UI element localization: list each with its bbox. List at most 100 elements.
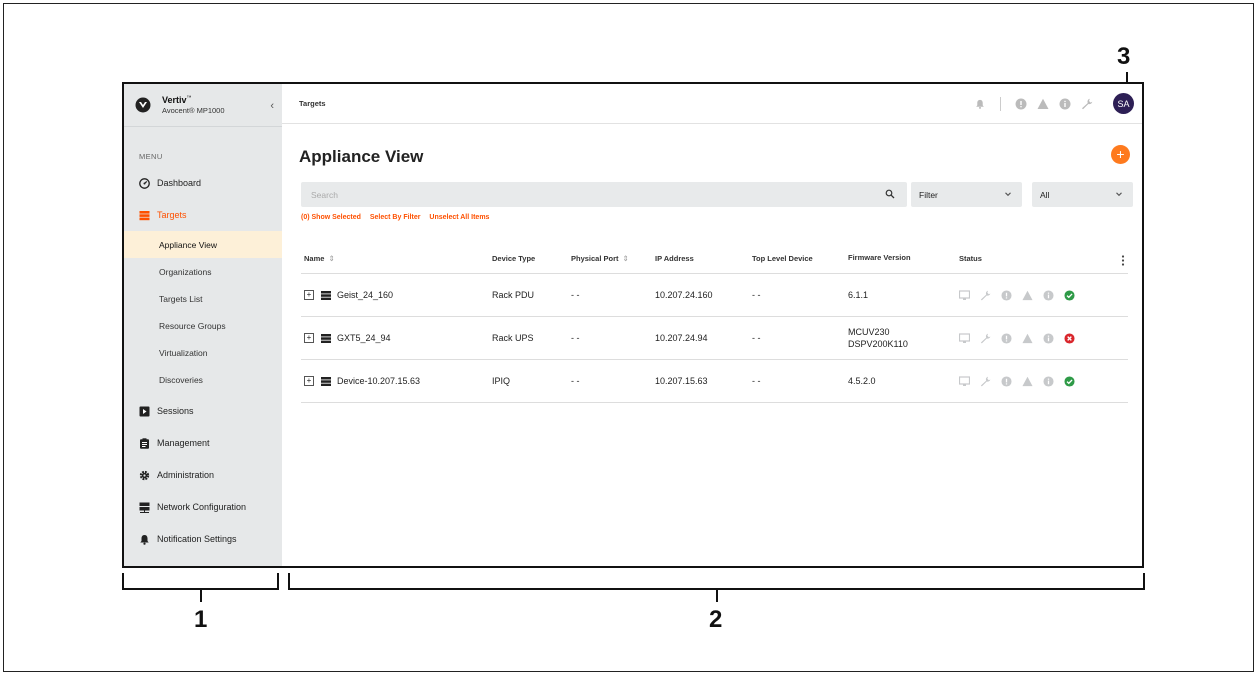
device-icon: [321, 333, 331, 343]
brand-subtitle: Avocent® MP1000: [162, 105, 225, 115]
wrench-icon[interactable]: [1081, 98, 1093, 110]
sidebar-item-sessions[interactable]: Sessions: [124, 395, 282, 427]
column-header-status: Status: [959, 254, 982, 263]
select-by-filter-link[interactable]: Select By Filter: [370, 214, 421, 221]
menu-label: MENU: [139, 152, 163, 161]
physical-port: - -: [571, 290, 580, 300]
column-header-physical-port[interactable]: Physical Port ⇕: [571, 254, 629, 263]
sidebar: Vertiv™ Avocent® MP1000 ‹ MENU Dashboard…: [124, 84, 282, 566]
device-name[interactable]: GXT5_24_94: [337, 333, 391, 343]
ip-address: 10.207.24.160: [655, 290, 713, 300]
table-row[interactable]: + GXT5_24_94 Rack UPS - - 10.207.24.94 -…: [301, 317, 1128, 360]
sort-icon: ⇕: [328, 254, 335, 263]
wrench-icon: [980, 333, 991, 344]
ip-address: 10.207.15.63: [655, 376, 708, 386]
critical-icon: [1001, 289, 1012, 301]
sidebar-item-label: Network Configuration: [157, 502, 247, 512]
column-header-ip-address: IP Address: [655, 254, 694, 263]
sidebar-item-administration[interactable]: Administration: [124, 459, 282, 491]
sidebar-item-notification-settings[interactable]: Notification Settings: [124, 523, 282, 555]
sessions-icon: [139, 406, 150, 417]
sidebar-subitem-targets-list[interactable]: Targets List: [124, 285, 282, 312]
warning-alerts-icon[interactable]: [1037, 98, 1049, 110]
warning-icon: [1022, 376, 1033, 387]
vertiv-logo-icon: [135, 97, 151, 113]
online-check-icon: [1064, 289, 1075, 301]
expand-row-button[interactable]: +: [304, 290, 314, 300]
bracket-2-stem: [716, 588, 718, 602]
firmware-version: 6.1.1: [848, 289, 869, 300]
sidebar-item-label: Management: [157, 438, 210, 448]
column-options-kebab-icon[interactable]: [1121, 255, 1125, 266]
wrench-icon: [980, 376, 991, 387]
user-avatar[interactable]: SA: [1113, 93, 1134, 114]
scope-select[interactable]: All: [1032, 182, 1133, 207]
collapse-sidebar-icon[interactable]: ‹: [270, 100, 274, 112]
top-level-device: - -: [752, 333, 761, 343]
row-name-cell: + Device-10.207.15.63: [304, 376, 420, 386]
status-icons: [959, 332, 1085, 344]
bell-icon: [139, 534, 150, 545]
sidebar-item-network-configuration[interactable]: Network Configuration: [124, 491, 282, 523]
warning-icon: [1022, 333, 1033, 344]
sidebar-subitem-virtualization[interactable]: Virtualization: [124, 339, 282, 366]
offline-x-icon: [1064, 332, 1075, 344]
search-input[interactable]: [301, 182, 861, 207]
sidebar-subitem-discoveries[interactable]: Discoveries: [124, 366, 282, 393]
device-type: Rack PDU: [492, 290, 535, 300]
expand-row-button[interactable]: +: [304, 333, 314, 343]
network-icon: [139, 502, 150, 513]
info-alerts-icon[interactable]: [1059, 98, 1071, 110]
sidebar-item-label: Notification Settings: [157, 534, 237, 544]
sidebar-item-targets[interactable]: Targets: [124, 199, 282, 231]
top-level-device: - -: [752, 376, 761, 386]
bracket-1-right: [277, 573, 279, 590]
unselect-all-link[interactable]: Unselect All Items: [429, 214, 489, 221]
status-icons: [959, 375, 1085, 387]
warning-icon: [1022, 290, 1033, 301]
chevron-down-icon: [1005, 192, 1011, 197]
app-window: Vertiv™ Avocent® MP1000 ‹ MENU Dashboard…: [122, 82, 1144, 568]
table-row[interactable]: + Geist_24_160 Rack PDU - - 10.207.24.16…: [301, 274, 1128, 317]
callout-2: 2: [709, 606, 723, 633]
breadcrumb[interactable]: Targets: [299, 99, 326, 108]
critical-alerts-icon[interactable]: [1015, 98, 1027, 110]
device-name[interactable]: Device-10.207.15.63: [337, 376, 420, 386]
critical-icon: [1001, 375, 1012, 387]
sidebar-subitem-organizations[interactable]: Organizations: [124, 258, 282, 285]
physical-port: - -: [571, 333, 580, 343]
topbar: Targets SA: [282, 84, 1142, 124]
expand-row-button[interactable]: +: [304, 376, 314, 386]
page-title: Appliance View: [299, 147, 424, 166]
table-row[interactable]: + Device-10.207.15.63 IPIQ - - 10.207.15…: [301, 360, 1128, 403]
notifications-bell-icon[interactable]: [974, 98, 986, 110]
show-selected-link[interactable]: (0) Show Selected: [301, 214, 361, 221]
add-target-button[interactable]: +: [1111, 145, 1130, 164]
device-name[interactable]: Geist_24_160: [337, 290, 393, 300]
table-header: Name ⇕ Device Type Physical Port ⇕ IP Addr…: [301, 244, 1128, 274]
info-icon: [1043, 289, 1054, 301]
sidebar-subitem-resource-groups[interactable]: Resource Groups: [124, 312, 282, 339]
brand-name: Vertiv™: [162, 94, 192, 105]
sidebar-subitem-appliance-view[interactable]: Appliance View: [124, 231, 282, 258]
targets-table: Name ⇕ Device Type Physical Port ⇕ IP Addr…: [301, 244, 1128, 403]
info-icon: [1043, 332, 1054, 344]
row-name-cell: + GXT5_24_94: [304, 333, 391, 343]
info-icon: [1043, 375, 1054, 387]
management-icon: [139, 437, 150, 449]
bracket-2-left: [288, 573, 290, 590]
column-header-firmware-version: Firmware Version: [848, 253, 911, 263]
topbar-icons: SA: [964, 93, 1134, 114]
sidebar-item-dashboard[interactable]: Dashboard: [124, 167, 282, 199]
search-box: [301, 182, 907, 207]
search-icon[interactable]: [885, 189, 895, 199]
top-level-device: - -: [752, 290, 761, 300]
row-name-cell: + Geist_24_160: [304, 290, 393, 300]
status-icons: [959, 289, 1085, 301]
physical-port: - -: [571, 376, 580, 386]
column-header-name[interactable]: Name ⇕: [304, 254, 335, 263]
sidebar-item-label: Targets: [157, 210, 187, 220]
column-header-device-type: Device Type: [492, 254, 536, 263]
filter-select[interactable]: Filter: [911, 182, 1022, 207]
sidebar-item-management[interactable]: Management: [124, 427, 282, 459]
